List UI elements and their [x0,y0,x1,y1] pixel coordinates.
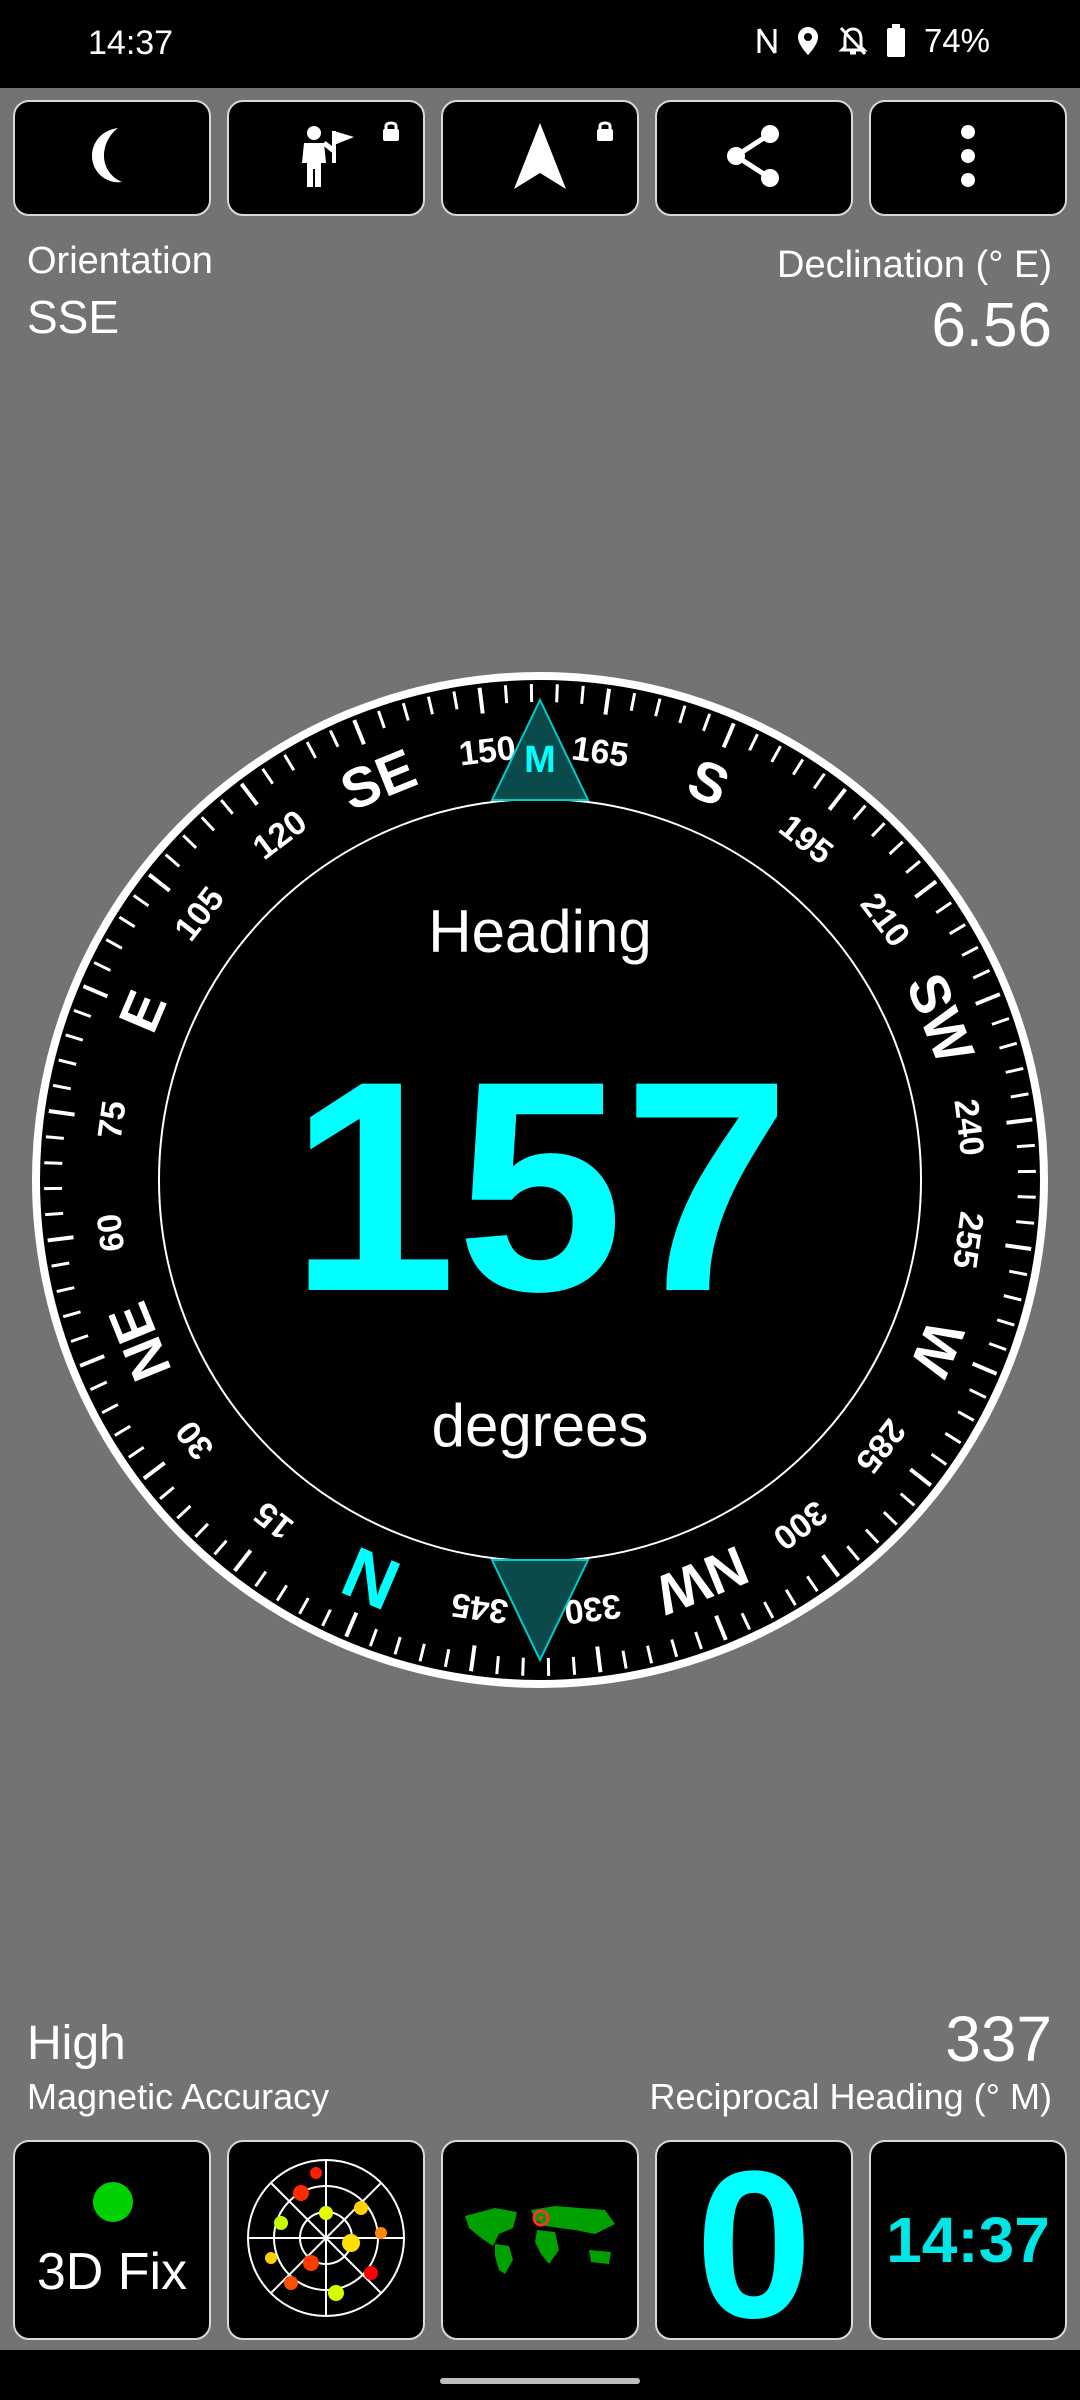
status-time: 14:37 [88,24,174,62]
status-bar: 14:37 74% [0,0,1080,88]
compass-tick [555,684,559,703]
compass-label-60: 60 [90,1212,132,1254]
declination-value: 6.56 [931,291,1052,360]
magnetic-accuracy-label: Magnetic Accuracy [27,2076,330,2117]
world-map-icon [455,2198,625,2283]
share-button[interactable] [655,100,853,216]
compass-tick [45,1135,64,1140]
clock-button[interactable]: 14:37 [869,2140,1067,2340]
lock-icon [381,120,401,147]
satellite-count-button[interactable]: 0 [655,2140,853,2340]
more-vert-icon [958,124,978,193]
satellite-radar-button[interactable] [227,2140,425,2340]
fix-status-dot [93,2182,133,2222]
compass-tick [44,1161,63,1165]
moon-icon [82,124,142,193]
compass-label-345: 345 [449,1585,510,1631]
compass-label-165: 165 [569,729,630,775]
reciprocal-heading-label: Reciprocal Heading (° M) [649,2076,1052,2117]
magnetic-marker-label: M [524,739,556,781]
compass-tick [495,1656,500,1675]
orientation-value: SSE [27,291,120,343]
compass-tick [1016,1143,1035,1149]
navigation-arrow-icon [512,121,568,196]
compass-label-75: 75 [91,1099,134,1142]
heading-label: Heading [428,898,652,965]
location-icon [796,25,820,57]
heading-value: 157 [290,1018,791,1354]
battery-percent: 74% [923,22,990,59]
compass-dial[interactable]: NNEESE SSWWNW15306075105120150 16519521024… [30,670,1050,1690]
compass-label-255: 255 [945,1209,991,1270]
compass-tick [580,685,585,704]
lock-icon [595,120,615,147]
world-map-button[interactable] [441,2140,639,2340]
satellite-radar-icon [241,2153,411,2328]
toolbar [13,100,1067,220]
bell-off-icon [838,25,868,57]
magnetic-accuracy-value: High [27,2017,126,2070]
orientation-label: Orientation [27,240,213,282]
degrees-label: degrees [432,1392,649,1459]
nfc-icon [756,25,778,57]
compass-label-240: 240 [946,1097,991,1158]
home-gesture-handle[interactable] [440,2378,640,2384]
person-flag-icon [294,123,358,194]
compass-tick [1017,1195,1036,1199]
battery-icon [886,24,906,58]
reciprocal-heading-value: 337 [945,2003,1052,2075]
fix-status-text: 3D Fix [36,2243,188,2301]
share-icon [724,124,784,193]
compass-tick [45,1211,64,1217]
satellite-count: 0 [695,2140,813,2340]
more-options-button[interactable] [869,100,1067,216]
status-icons: 74% [756,22,990,60]
gps-fix-button[interactable]: 3D Fix [13,2140,211,2340]
compass-tick [571,1656,577,1675]
compass-tick [521,1657,525,1676]
navigation-bar [0,2350,1080,2400]
waypoint-button[interactable] [227,100,425,216]
bottom-bar: 3D Fix 0 14:37 [13,2140,1067,2342]
night-mode-button[interactable] [13,100,211,216]
gps-clock: 14:37 [886,2204,1050,2276]
navigate-button[interactable] [441,100,639,216]
compass-tick [1016,1220,1035,1225]
declination-label: Declination (° E) [777,244,1052,286]
compass-tick [503,685,509,704]
